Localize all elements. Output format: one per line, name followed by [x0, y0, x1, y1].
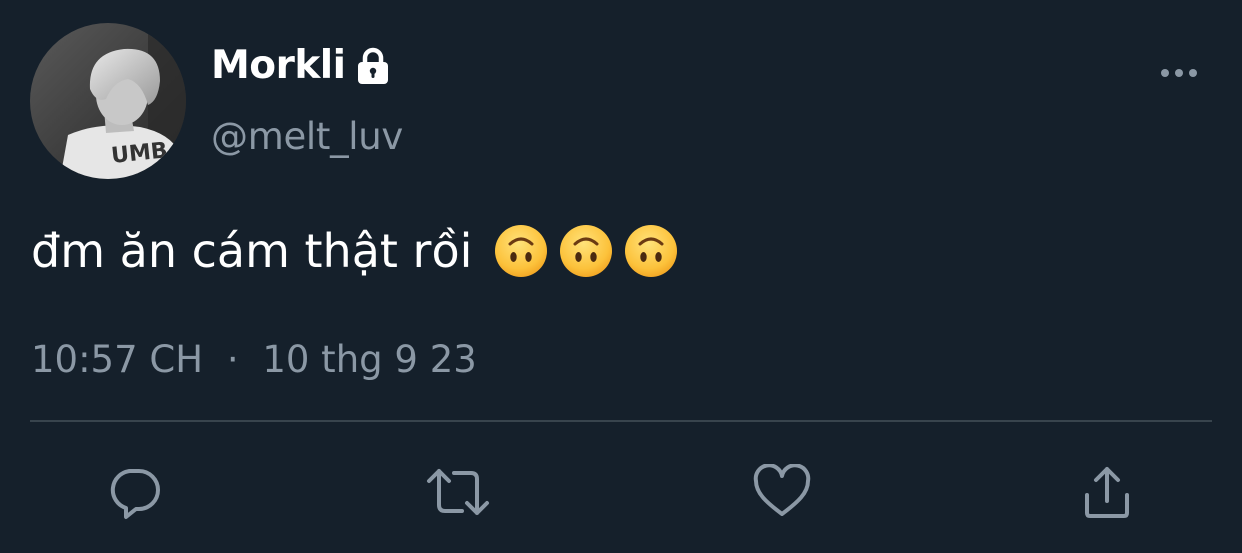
- upside-down-face-icon: [559, 224, 613, 278]
- retweet-icon: [427, 469, 489, 515]
- tweet-text: đm ăn cám thật rồi: [31, 220, 678, 282]
- like-icon: [753, 464, 811, 516]
- avatar-image: UMB: [30, 23, 186, 179]
- timestamp-separator: ·: [226, 338, 239, 381]
- svg-text:UMB: UMB: [110, 138, 169, 169]
- like-button[interactable]: [750, 460, 814, 524]
- upside-down-face-icon: [624, 224, 678, 278]
- share-button[interactable]: [1075, 460, 1139, 524]
- tweet-time[interactable]: 10:57 CH: [31, 338, 203, 381]
- tweet-date[interactable]: 10 thg 9 23: [262, 338, 476, 381]
- user-handle[interactable]: @melt_luv: [211, 112, 403, 162]
- user-name-row[interactable]: Morkli: [211, 40, 394, 92]
- tweet-text-content: đm ăn cám thật rồi: [31, 224, 473, 278]
- avatar[interactable]: UMB: [30, 23, 186, 179]
- retweet-button[interactable]: [426, 460, 490, 524]
- emoji-group: [494, 224, 678, 278]
- reply-button[interactable]: [103, 460, 167, 524]
- share-icon: [1085, 467, 1129, 518]
- reply-icon: [110, 469, 160, 519]
- upside-down-face-icon: [494, 224, 548, 278]
- tweet-timestamp[interactable]: 10:57 CH · 10 thg 9 23: [31, 334, 477, 386]
- lock-icon: [352, 45, 394, 87]
- more-icon[interactable]: [1156, 62, 1202, 84]
- divider: [30, 420, 1212, 422]
- display-name[interactable]: Morkli: [211, 40, 346, 92]
